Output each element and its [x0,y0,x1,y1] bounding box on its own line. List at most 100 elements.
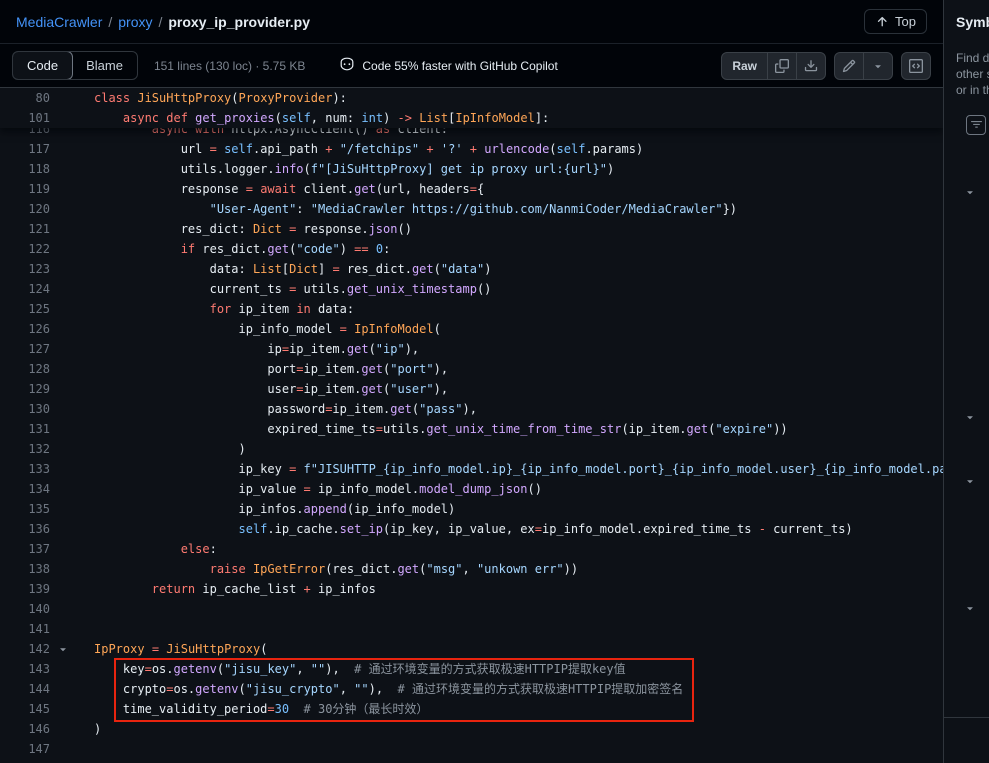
line-number[interactable]: 80 [0,88,50,108]
line-number[interactable]: 144 [0,679,50,699]
line-number[interactable]: 119 [0,179,50,199]
line-number[interactable]: 137 [0,539,50,559]
line-number[interactable]: 122 [0,239,50,259]
line-number[interactable]: 136 [0,519,50,539]
line-number[interactable]: 134 [0,479,50,499]
sticky-code-lines: 80class JiSuHttpProxy(ProxyProvider):101… [0,88,943,128]
line-number[interactable]: 131 [0,419,50,439]
gutter-spacer [50,399,76,419]
code-line-118: 118 utils.logger.info(f"[JiSuHttpProxy] … [0,159,943,179]
line-number[interactable]: 117 [0,139,50,159]
file-meta: 151 lines (130 loc) · 5.75 KB [154,59,305,73]
copy-raw-button[interactable] [767,52,797,80]
line-number[interactable]: 127 [0,339,50,359]
edit-dropdown-button[interactable] [863,52,893,80]
line-number[interactable]: 130 [0,399,50,419]
line-number[interactable]: 101 [0,108,50,128]
breadcrumb-repo-link[interactable]: MediaCrawler [16,14,102,30]
gutter-spacer [50,539,76,559]
symbols-filter-button[interactable] [966,115,986,135]
gutter-spacer [50,439,76,459]
gutter-spacer [50,479,76,499]
code-text: user=ip_item.get("user"), [76,379,943,399]
symbol-expand-toggle[interactable] [962,185,978,201]
gutter-spacer [50,699,76,719]
fold-toggle-icon[interactable] [50,639,76,659]
line-number[interactable]: 147 [0,739,50,759]
code-text: self.ip_cache.set_ip(ip_key, ip_value, e… [76,519,943,539]
code-line-136: 136 self.ip_cache.set_ip(ip_key, ip_valu… [0,519,943,539]
code-lines: 116 async with httpx.AsyncClient() as cl… [0,88,943,759]
tab-blame[interactable]: Blame [72,52,137,79]
gutter-spacer [50,419,76,439]
line-number[interactable]: 118 [0,159,50,179]
gutter-spacer [50,619,76,639]
code-text: else: [76,539,943,559]
line-number[interactable]: 120 [0,199,50,219]
gutter-spacer [50,559,76,579]
code-line-144: 144 crypto=os.getenv("jisu_crypto", ""),… [0,679,943,699]
line-number[interactable]: 138 [0,559,50,579]
symbols-panel-toggle[interactable] [901,52,931,80]
code-line-143: 143 key=os.getenv("jisu_key", ""), # 通过环… [0,659,943,679]
line-number[interactable]: 145 [0,699,50,719]
line-number[interactable]: 141 [0,619,50,639]
arrow-up-icon [875,15,889,29]
symbol-expand-toggle[interactable] [962,410,978,426]
gutter-spacer [50,719,76,739]
code-text: for ip_item in data: [76,299,943,319]
gutter-spacer [50,279,76,299]
line-number[interactable]: 135 [0,499,50,519]
code-line-124: 124 current_ts = utils.get_unix_timestam… [0,279,943,299]
gutter-spacer [50,659,76,679]
code-text: raise IpGetError(res_dict.get("msg", "un… [76,559,943,579]
breadcrumb: MediaCrawler / proxy / proxy_ip_provider… [16,14,310,30]
gutter-spacer [50,199,76,219]
gutter-spacer [50,88,76,108]
raw-button[interactable]: Raw [721,52,768,80]
line-number[interactable]: 146 [0,719,50,739]
code-text: ip_value = ip_info_model.model_dump_json… [76,479,943,499]
code-line-137: 137 else: [0,539,943,559]
line-number[interactable]: 125 [0,299,50,319]
symbols-title: Symbols [956,14,989,30]
line-number[interactable]: 143 [0,659,50,679]
line-number[interactable]: 142 [0,639,50,659]
line-number[interactable]: 133 [0,459,50,479]
main-column: MediaCrawler / proxy / proxy_ip_provider… [0,0,943,763]
scroll-to-top-button[interactable]: Top [864,9,927,34]
edit-button[interactable] [834,52,864,80]
tab-code[interactable]: Code [12,51,73,80]
line-number[interactable]: 126 [0,319,50,339]
gutter-spacer [50,259,76,279]
line-number[interactable]: 129 [0,379,50,399]
code-line-139: 139 return ip_cache_list + ip_infos [0,579,943,599]
breadcrumb-folder-link[interactable]: proxy [118,14,152,30]
code-line-140: 140 [0,599,943,619]
code-line-141: 141 [0,619,943,639]
code-line-127: 127 ip=ip_item.get("ip"), [0,339,943,359]
code-line-145: 145 time_validity_period=30 # 30分钟（最长时效） [0,699,943,719]
gutter-spacer [50,299,76,319]
gutter-spacer [50,139,76,159]
code-text: data: List[Dict] = res_dict.get("data") [76,259,943,279]
line-number[interactable]: 139 [0,579,50,599]
code-line-138: 138 raise IpGetError(res_dict.get("msg",… [0,559,943,579]
line-number[interactable]: 128 [0,359,50,379]
line-number[interactable]: 132 [0,439,50,459]
download-button[interactable] [796,52,826,80]
gutter-spacer [50,108,76,128]
line-number[interactable]: 123 [0,259,50,279]
code-text [76,599,943,619]
code-line-123: 123 data: List[Dict] = res_dict.get("dat… [0,259,943,279]
chevron-down-icon [964,602,976,617]
symbol-expand-toggle[interactable] [962,601,978,617]
gutter-spacer [50,579,76,599]
code-text [76,739,943,759]
code-text: url = self.api_path + "/fetchips" + '?' … [76,139,943,159]
symbol-expand-toggle[interactable] [962,474,978,490]
line-number[interactable]: 124 [0,279,50,299]
code-text: response = await client.get(url, headers… [76,179,943,199]
line-number[interactable]: 121 [0,219,50,239]
line-number[interactable]: 140 [0,599,50,619]
